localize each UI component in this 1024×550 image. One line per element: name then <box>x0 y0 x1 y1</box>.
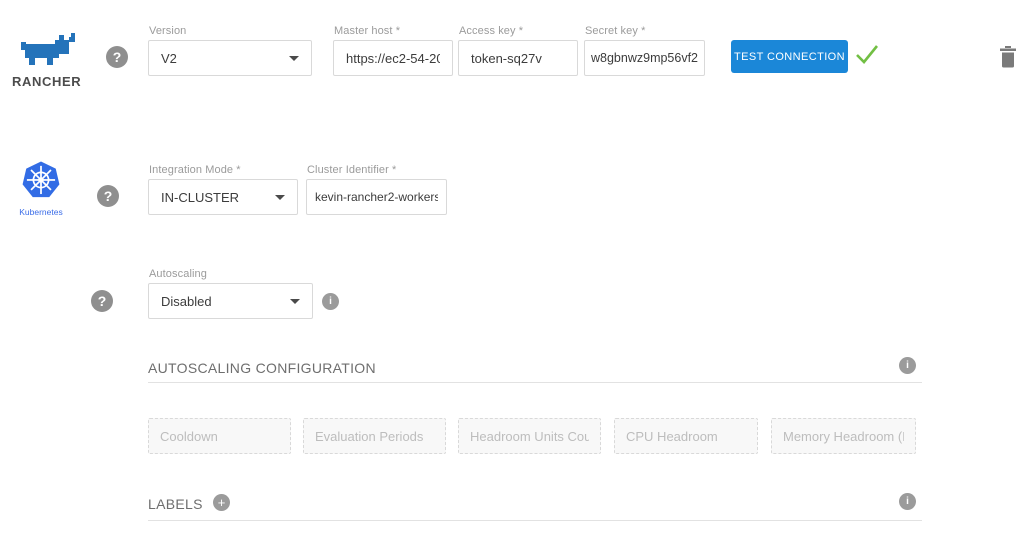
evaluation-periods-input <box>303 418 446 454</box>
rancher-bull-icon <box>15 32 77 68</box>
access-key-field: Access key * <box>458 40 578 76</box>
info-glyph: i <box>906 496 909 507</box>
autoscaling-select[interactable]: Autoscaling Disabled <box>148 283 313 319</box>
labels-divider <box>148 520 922 521</box>
integration-mode-label: Integration Mode * <box>149 164 241 176</box>
version-label: Version <box>149 25 186 37</box>
kubernetes-help-icon[interactable]: ? <box>97 185 119 207</box>
autoscaling-configuration-info-icon[interactable]: i <box>899 357 916 374</box>
secret-key-input[interactable] <box>584 40 705 76</box>
labels-info-icon[interactable]: i <box>899 493 916 510</box>
secret-key-label: Secret key * <box>585 25 646 37</box>
autoscaling-configuration-divider <box>148 382 922 383</box>
cluster-identifier-input[interactable] <box>306 179 447 215</box>
cpu-headroom-input <box>614 418 758 454</box>
test-connection-button[interactable]: TEST CONNECTION <box>731 40 848 73</box>
autoscaling-configuration-title: AUTOSCALING CONFIGURATION <box>148 360 376 376</box>
labels-title: LABELS <box>148 496 203 512</box>
kubernetes-logo-text: Kubernetes <box>12 207 70 217</box>
rancher-logo-text: RANCHER <box>12 74 80 89</box>
memory-headroom-input <box>771 418 916 454</box>
connection-success-check-icon <box>853 43 881 72</box>
autoscaling-info-icon[interactable]: i <box>322 293 339 310</box>
info-glyph: i <box>329 296 332 307</box>
autoscaling-value: Disabled <box>161 294 290 309</box>
headroom-units-count-input <box>458 418 601 454</box>
chevron-down-icon <box>275 195 285 200</box>
cooldown-input <box>148 418 291 454</box>
help-glyph: ? <box>98 293 107 309</box>
info-glyph: i <box>906 360 909 371</box>
plus-icon: + <box>218 495 226 510</box>
master-host-label: Master host * <box>334 25 400 37</box>
cluster-identifier-label: Cluster Identifier * <box>307 164 396 176</box>
kubernetes-logo: Kubernetes <box>12 161 70 217</box>
rancher-help-icon[interactable]: ? <box>106 46 128 68</box>
integration-mode-select[interactable]: Integration Mode * IN-CLUSTER <box>148 179 298 215</box>
kubernetes-helm-icon <box>21 161 61 200</box>
master-host-input[interactable] <box>333 40 453 76</box>
version-select[interactable]: Version V2 <box>148 40 312 76</box>
integration-settings-page: RANCHER ? Version V2 Master host * Acces… <box>0 0 1024 550</box>
rancher-logo: RANCHER <box>12 32 80 89</box>
help-glyph: ? <box>113 49 122 65</box>
access-key-input[interactable] <box>458 40 578 76</box>
cluster-identifier-field: Cluster Identifier * <box>306 179 447 215</box>
access-key-label: Access key * <box>459 25 523 37</box>
chevron-down-icon <box>289 56 299 61</box>
integration-mode-value: IN-CLUSTER <box>161 190 275 205</box>
master-host-field: Master host * <box>333 40 453 76</box>
autoscaling-label: Autoscaling <box>149 268 207 280</box>
secret-key-field: Secret key * <box>584 40 705 76</box>
add-label-button[interactable]: + <box>213 494 230 511</box>
autoscaling-help-icon[interactable]: ? <box>91 290 113 312</box>
version-value: V2 <box>161 51 289 66</box>
delete-integration-trash-icon[interactable] <box>999 46 1017 73</box>
help-glyph: ? <box>104 188 113 204</box>
chevron-down-icon <box>290 299 300 304</box>
